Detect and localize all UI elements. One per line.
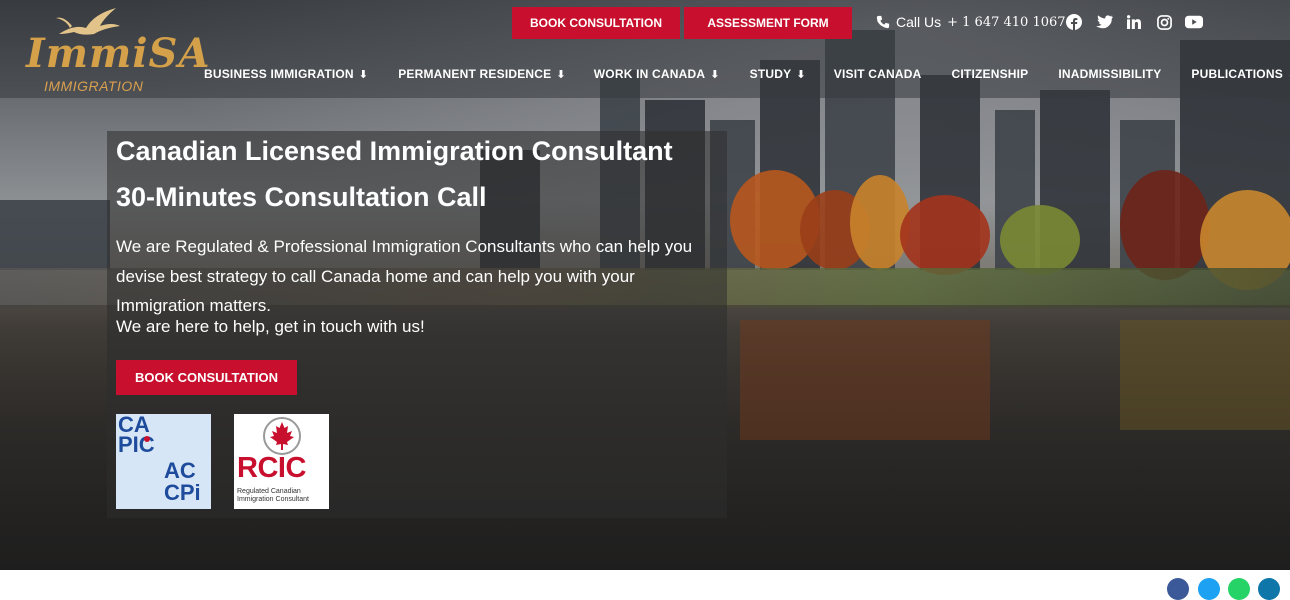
maple-dot-icon	[144, 436, 150, 442]
nav-label: BUSINESS IMMIGRATION	[204, 67, 354, 81]
nav-study[interactable]: STUDY ⬇	[750, 64, 806, 84]
twitter-icon[interactable]	[1094, 12, 1114, 32]
nav-inadmissibility[interactable]: INADMISSIBILITY	[1058, 64, 1161, 84]
whatsapp-icon[interactable]	[1228, 578, 1250, 600]
logo-text: ImmiSA	[26, 30, 211, 77]
nav-label: VISIT CANADA	[833, 67, 922, 81]
nav-citizenship[interactable]: CITIZENSHIP	[952, 64, 1029, 84]
capic-line4: CPi	[164, 480, 201, 505]
logo-subtext: IMMIGRATION	[44, 78, 144, 94]
nav-label: STUDY	[749, 67, 792, 81]
down-arrow-icon: ⬇	[358, 68, 369, 81]
rcic-sub2: Immigration Consultant	[237, 496, 309, 503]
facebook-icon[interactable]	[1064, 12, 1084, 32]
site-logo[interactable]: ImmiSA IMMIGRATION	[24, 4, 209, 94]
nav-business-immigration[interactable]: BUSINESS IMMIGRATION ⬇	[204, 64, 368, 84]
down-arrow-icon: ⬇	[710, 68, 720, 81]
hero-help-text: We are here to help, get in touch with u…	[116, 317, 425, 336]
twitter-icon[interactable]	[1198, 578, 1220, 600]
youtube-icon[interactable]	[1184, 12, 1204, 32]
book-consultation-top-button[interactable]: BOOK CONSULTATION	[512, 7, 680, 39]
capic-line2: PIC	[118, 432, 155, 457]
facebook-icon[interactable]	[1167, 578, 1189, 600]
linkedin-icon[interactable]	[1124, 12, 1144, 32]
nav-label: PERMANENT RESIDENCE	[398, 67, 552, 81]
main-nav: BUSINESS IMMIGRATION ⬇ PERMANENT RESIDENC…	[204, 64, 1290, 84]
reflection	[740, 320, 990, 440]
assessment-form-button[interactable]: ASSESSMENT FORM	[684, 7, 852, 39]
call-us[interactable]: Call Us + 1 647 410 1067	[876, 14, 1066, 30]
down-arrow-icon: ⬇	[796, 68, 806, 81]
linkedin-icon[interactable]	[1258, 578, 1280, 600]
rcic-sub1: Regulated Canadian	[237, 488, 301, 495]
maple-leaf-icon	[263, 417, 301, 455]
rcic-text: RCIC	[237, 452, 306, 484]
nav-publications[interactable]: PUBLICATIONS⬇	[1191, 64, 1290, 84]
book-consultation-button[interactable]: BOOK CONSULTATION	[116, 360, 297, 395]
call-label: Call Us	[896, 14, 942, 30]
instagram-icon[interactable]	[1154, 12, 1174, 32]
hero-title: Canadian Licensed Immigration Consultant	[116, 136, 673, 166]
nav-label: INADMISSIBILITY	[1058, 67, 1162, 81]
tree	[900, 195, 990, 275]
rcic-badge[interactable]: RCIC Regulated Canadian Immigration Cons…	[234, 414, 329, 509]
down-arrow-icon: ⬇	[556, 68, 566, 81]
phone-icon	[876, 15, 890, 29]
social-links	[1064, 12, 1204, 32]
tree	[1120, 170, 1210, 280]
reflection	[1120, 320, 1290, 430]
building	[0, 200, 110, 270]
hero-paragraph: We are Regulated & Professional Immigrat…	[116, 237, 693, 315]
nav-permanent-residence[interactable]: PERMANENT RESIDENCE ⬇	[398, 64, 566, 84]
capic-badge[interactable]: CA PIC AC CPi	[116, 414, 211, 509]
hero-subtitle: 30-Minutes Consultation Call	[116, 182, 487, 212]
nav-label: WORK IN CANADA	[593, 67, 706, 81]
call-number: + 1 647 410 1067	[947, 14, 1066, 30]
nav-label: PUBLICATIONS	[1191, 67, 1283, 81]
nav-label: CITIZENSHIP	[951, 67, 1029, 81]
nav-visit-canada[interactable]: VISIT CANADA	[834, 64, 922, 84]
nav-work-in-canada[interactable]: WORK IN CANADA ⬇	[594, 64, 720, 84]
tree	[1000, 205, 1080, 275]
